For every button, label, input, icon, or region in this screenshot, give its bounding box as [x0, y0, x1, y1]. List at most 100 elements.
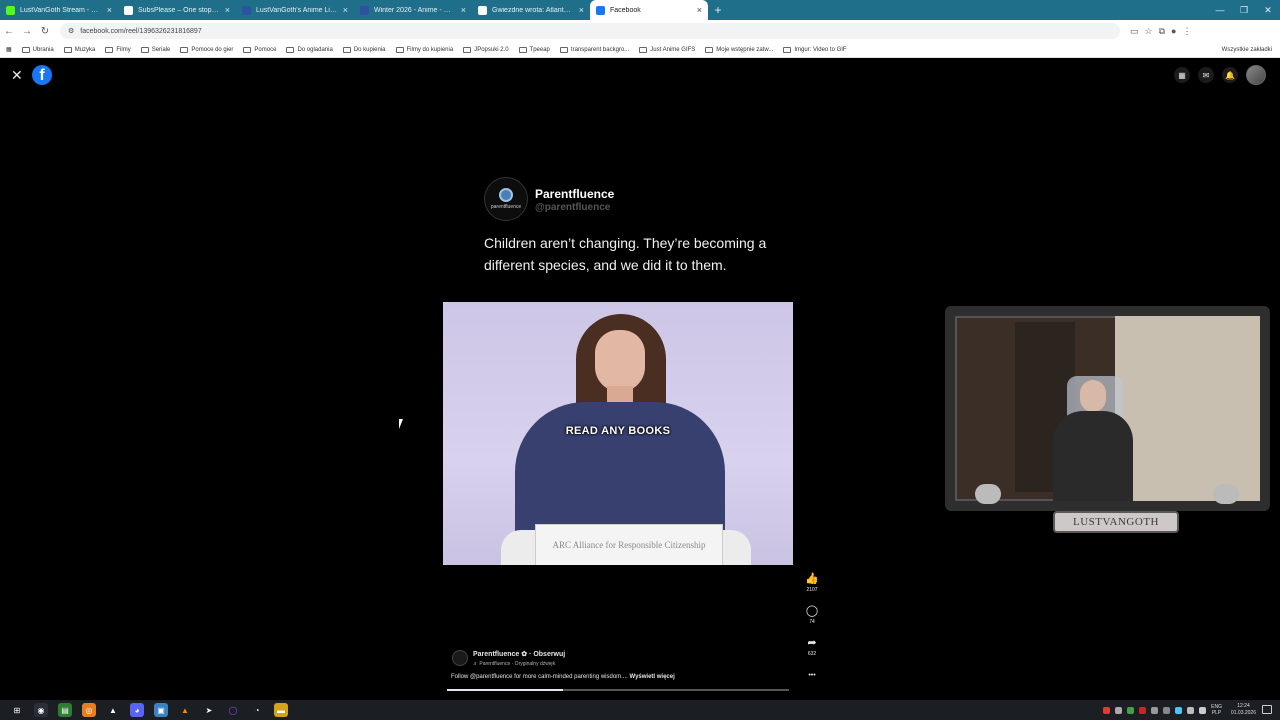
tab-close-icon[interactable]: ×	[107, 5, 112, 15]
menu-icon[interactable]: ⋮	[1182, 26, 1191, 37]
bookmark-item[interactable]: Tpeeap	[518, 46, 550, 53]
browser-tab[interactable]: SubsPlease – One stop shop fo ×	[118, 0, 236, 20]
back-icon[interactable]: ←	[0, 26, 18, 37]
facebook-logo-icon[interactable]: f	[32, 65, 52, 85]
start-icon[interactable]: ⊞	[10, 703, 24, 717]
site-info-icon[interactable]: ⚙	[68, 27, 74, 35]
bookmark-item[interactable]: Seriale	[140, 46, 170, 53]
description-text: Follow @parentfluence for more calm-mind…	[451, 674, 628, 680]
tab-close-icon[interactable]: ×	[225, 5, 230, 15]
bookmark-item[interactable]: Do ogladania	[286, 46, 333, 53]
tray-app-icon[interactable]	[1163, 706, 1171, 714]
tray-app-icon[interactable]	[1139, 706, 1147, 714]
network-icon[interactable]	[1187, 706, 1195, 714]
browser-tab[interactable]: Gwiezdne wrota: Atlantyda / St ×	[472, 0, 590, 20]
notification-icon[interactable]	[1262, 705, 1272, 714]
restore-icon[interactable]: ❐	[1232, 0, 1256, 20]
spreadsheet-app-icon[interactable]: ▤	[58, 703, 72, 717]
bookmark-star-icon[interactable]: ☆	[1145, 26, 1153, 37]
reload-icon[interactable]: ↻	[36, 26, 54, 37]
taskbar-clock[interactable]: 12:24 01.03.2026	[1231, 703, 1256, 717]
tab-close-icon[interactable]: ×	[579, 5, 584, 15]
bookmark-item[interactable]: transparent backgro...	[559, 46, 629, 53]
bookmark-item[interactable]: Pomoce do gier	[180, 46, 233, 53]
bookmark-item[interactable]: Imgur: Video to GIF	[783, 46, 847, 53]
comment-button[interactable]: ◯ 74	[803, 605, 821, 625]
bookmark-item[interactable]: Pomoce	[243, 46, 276, 53]
browser-tab[interactable]: Facebook ×	[590, 0, 708, 20]
folder-icon	[342, 46, 351, 53]
obs-icon[interactable]: ◯	[226, 703, 240, 717]
bookmark-label: JPopsuki 2.0	[474, 46, 509, 53]
tray-app-icon[interactable]	[1115, 706, 1123, 714]
cast-icon[interactable]: ▭	[1130, 26, 1139, 37]
share-button[interactable]: ➦ 632	[803, 637, 821, 657]
apps-icon[interactable]: ▦	[6, 46, 12, 53]
tab-close-icon[interactable]: ×	[461, 5, 466, 15]
bookmark-item[interactable]: Filmy	[105, 46, 131, 53]
audio-line[interactable]: ♬ Parentfluence · Oryginalny dźwięk	[473, 661, 555, 667]
video-progress-bar[interactable]	[447, 689, 789, 691]
tab-favicon-icon	[478, 5, 487, 15]
more-options-button[interactable]: •••	[803, 670, 821, 682]
language-indicator[interactable]: ENG PLP	[1211, 704, 1222, 716]
bookmark-item[interactable]: Do kupienia	[342, 46, 386, 53]
browser-tab[interactable]: Winter 2026 - Anime - MyAnim ×	[354, 0, 472, 20]
browser-tab[interactable]: LustVanGoth's Anime List - My ×	[236, 0, 354, 20]
account-avatar[interactable]	[1246, 65, 1266, 85]
author-avatar[interactable]	[452, 650, 468, 666]
triangle-app-icon[interactable]: ▲	[106, 703, 120, 717]
tab-title: Gwiezdne wrota: Atlantyda / St	[492, 6, 574, 14]
tab-close-icon[interactable]: ×	[697, 5, 702, 15]
extension-icon[interactable]: ⧉	[1159, 26, 1165, 37]
image-app-icon[interactable]: ▣	[154, 703, 168, 717]
discord-icon[interactable]: ◕	[130, 703, 144, 717]
reel-video[interactable]: ARC Alliance for Responsible Citizenship…	[443, 302, 793, 565]
forward-icon[interactable]: →	[18, 26, 36, 37]
bookmark-item[interactable]: Filmy do kupienia	[395, 46, 453, 53]
volume-icon[interactable]	[1199, 706, 1207, 714]
url-field[interactable]: ⚙ facebook.com/reel/1396326231816897	[60, 23, 1120, 39]
close-icon[interactable]: ✕	[11, 67, 23, 84]
tray-app-icon[interactable]	[1127, 706, 1135, 714]
messenger-icon[interactable]: ✉	[1198, 67, 1214, 83]
webcam-overlay: LUSTVANGOTH	[945, 306, 1270, 538]
browser-app-icon[interactable]: ◎	[82, 703, 96, 717]
browser-tab[interactable]: LustVanGoth Stream - Watch Li ×	[0, 0, 118, 20]
tab-close-icon[interactable]: ×	[343, 5, 348, 15]
bookmark-item[interactable]: JPopsuki 2.0	[463, 46, 509, 53]
profile-icon[interactable]: ●	[1171, 26, 1176, 37]
folder-icon	[559, 46, 568, 53]
folder-icon	[463, 46, 472, 53]
menu-grid-icon[interactable]: ▦	[1174, 67, 1190, 83]
vlc-icon[interactable]: ▲	[178, 703, 192, 717]
folder-icon	[63, 46, 72, 53]
bookmark-item[interactable]: Just Anime GIFS	[639, 46, 695, 53]
bookmark-item[interactable]: Muzyka	[63, 46, 95, 53]
bookmark-item[interactable]: Ubrania	[21, 46, 54, 53]
bookmark-item[interactable]: Moje wstępnie zatw...	[705, 46, 773, 53]
like-button[interactable]: 👍 2107	[803, 573, 821, 593]
notifications-icon[interactable]: 🔔	[1222, 67, 1238, 83]
reel-description: Follow @parentfluence for more calm-mind…	[451, 674, 675, 680]
tray-app-icon[interactable]	[1175, 706, 1183, 714]
folder-icon	[243, 46, 252, 53]
all-bookmarks-button[interactable]: Wszystkie zakładki	[1219, 47, 1272, 53]
tray-app-icon[interactable]	[1103, 706, 1111, 714]
see-more-link[interactable]: Wyświetl więcej	[630, 674, 675, 680]
bookmarks-bar: ▦ Ubrania Muzyka Filmy Seriale Pomoce do gie…	[0, 42, 1280, 58]
skull-ornament-right	[1213, 484, 1239, 504]
close-window-icon[interactable]: ✕	[1256, 0, 1280, 20]
chrome-icon[interactable]: ◉	[34, 703, 48, 717]
clock-app-icon[interactable]: ◔	[250, 703, 264, 717]
file-explorer-icon[interactable]: ▬	[274, 703, 288, 717]
share-count: 632	[807, 651, 817, 657]
folder-icon	[705, 46, 714, 53]
new-tab-icon[interactable]: +	[708, 0, 728, 20]
comment-icon: ◯	[805, 605, 819, 617]
minimize-icon[interactable]: —	[1208, 0, 1232, 20]
folder-icon	[286, 46, 295, 53]
author-follow-line[interactable]: Parentfluence ✿ · Obserwuj	[473, 650, 565, 658]
tray-app-icon[interactable]	[1151, 706, 1159, 714]
steam-icon[interactable]: ➤	[202, 703, 216, 717]
